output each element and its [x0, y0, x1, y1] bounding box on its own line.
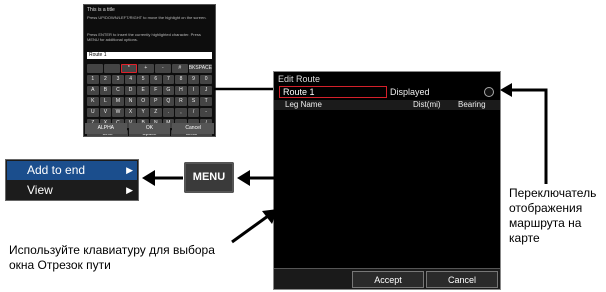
keyboard-key[interactable]: /	[187, 108, 200, 117]
keyboard-key[interactable]: F	[149, 86, 162, 95]
keyboard-key[interactable]: E	[137, 86, 149, 95]
keyboard-button-bar: ALPHA OK Cancel	[84, 123, 215, 134]
keyboard-key[interactable]: -	[154, 64, 171, 73]
keyboard-key[interactable]: *	[120, 64, 137, 73]
keyboard-to-name-line	[214, 87, 278, 91]
route-name-field[interactable]: Route 1	[279, 86, 387, 98]
keyboard-key[interactable]: Y	[137, 108, 149, 117]
keyboard-key[interactable]: 2	[99, 75, 112, 84]
keyboard-key[interactable]: 7	[162, 75, 175, 84]
keyboard-key[interactable]: I	[187, 86, 200, 95]
keyboard-key[interactable]: W	[112, 108, 124, 117]
leg-table-header: Leg Name Dist(mi) Bearing	[274, 100, 500, 110]
edit-route-title: Edit Route	[278, 74, 321, 84]
keyboard-key[interactable]: Z	[149, 108, 162, 117]
keyboard-key[interactable]: .	[162, 108, 175, 117]
keyboard-key[interactable]: 6	[149, 75, 162, 84]
edit-route-window: Edit Route Route 1 Displayed Leg Name Di…	[273, 71, 501, 290]
keyboard-key[interactable]: 8	[175, 75, 187, 84]
toggle-arrow	[500, 83, 548, 184]
cancel-button[interactable]: Cancel	[426, 271, 498, 288]
keyboard-key[interactable]: M	[112, 97, 124, 106]
keyboard-row: 1234567890	[87, 75, 213, 84]
keyboard-key[interactable]: S	[187, 97, 200, 106]
keyboard-hint-arrow	[231, 209, 278, 244]
keyboard-key[interactable]: L	[99, 97, 112, 106]
menu-key-arrow	[142, 170, 183, 186]
keyboard-key[interactable]: G	[162, 86, 175, 95]
menu-item-label: Add to end	[27, 163, 86, 177]
keyboard-key[interactable]: O	[137, 97, 149, 106]
menu-item-view[interactable]: View ▶	[7, 181, 137, 200]
keyboard-dialog: This is a title Press UP/DOWN/LEFT/RIGHT…	[83, 4, 216, 137]
keyboard-key[interactable]: 3	[112, 75, 124, 84]
display-toggle-caption: Переключатель отображения маршрута на ка…	[509, 186, 597, 245]
keyboard-key[interactable]: R	[175, 97, 187, 106]
keyboard-key[interactable]: X	[124, 108, 137, 117]
keyboard-key[interactable]: V	[99, 108, 112, 117]
keyboard-key[interactable]: 5	[137, 75, 149, 84]
keyboard-entry-field[interactable]: Route 1	[87, 52, 212, 59]
keyboard-key[interactable]: D	[124, 86, 137, 95]
keyboard-key[interactable]: 9	[187, 75, 200, 84]
keyboard-key[interactable]: T	[200, 97, 212, 106]
keyboard-key[interactable]	[103, 64, 120, 73]
keyboard-row: U V W X Y Z., / -	[87, 108, 213, 117]
keyboard-key[interactable]: U	[87, 108, 99, 117]
chevron-right-icon: ▶	[126, 185, 133, 195]
keyboard-key[interactable]: J	[200, 86, 212, 95]
keyboard-key[interactable]: #	[171, 64, 188, 73]
keyboard-instruction-enter: Press ENTER to insert the currently high…	[87, 32, 201, 42]
keyboard-key[interactable]: 4	[124, 75, 137, 84]
context-menu: Add to end ▶ View ▶	[5, 159, 139, 201]
keyboard-instruction-move: Press UP/DOWN/LEFT/RIGHT to move the hig…	[87, 15, 207, 20]
column-leg-name: Leg Name	[285, 100, 322, 109]
window-to-menu-key-arrow	[237, 170, 274, 186]
keyboard-key[interactable]: H	[175, 86, 187, 95]
column-dist: Dist(mi)	[413, 100, 441, 109]
cancel-button[interactable]: Cancel	[172, 123, 215, 134]
keyboard-key[interactable]: -	[200, 108, 212, 117]
keyboard-key[interactable]: 0	[200, 75, 212, 84]
keyboard-key[interactable]: +	[137, 64, 154, 73]
keyboard-row: ABCDEFGHIJ	[87, 86, 213, 95]
keyboard-key[interactable]: BKSPACE	[188, 64, 212, 73]
menu-key[interactable]: MENU	[184, 162, 234, 193]
alpha-button[interactable]: ALPHA	[85, 123, 127, 134]
displayed-label: Displayed	[390, 87, 430, 97]
accept-button[interactable]: Accept	[352, 271, 424, 288]
keyboard-row: KLMNOPQRST	[87, 97, 213, 106]
keyboard-dialog-title: This is a title	[87, 7, 115, 13]
keyboard-key[interactable]: ,	[175, 108, 187, 117]
keyboard-key[interactable]: P	[149, 97, 162, 106]
ok-button[interactable]: OK	[128, 123, 171, 134]
keyboard-row: * + - # BKSPACE	[87, 64, 213, 73]
keyboard-key[interactable]	[87, 64, 103, 73]
keyboard-key[interactable]: A	[87, 86, 99, 95]
keyboard-key[interactable]: N	[124, 97, 137, 106]
keyboard-key[interactable]: Q	[162, 97, 175, 106]
displayed-toggle[interactable]	[484, 87, 494, 97]
keyboard-hint-caption: Используйте клавиатуру для выбора окна О…	[9, 243, 215, 272]
chevron-right-icon: ▶	[126, 165, 133, 175]
keyboard-key[interactable]: B	[99, 86, 112, 95]
keyboard-key[interactable]: K	[87, 97, 99, 106]
menu-item-label: View	[27, 183, 53, 197]
edit-route-footer: Accept Cancel	[274, 268, 500, 289]
menu-item-add-to-end[interactable]: Add to end ▶	[7, 161, 137, 180]
column-bearing: Bearing	[458, 100, 486, 109]
keyboard-key[interactable]: C	[112, 86, 124, 95]
keyboard-key[interactable]: 1	[87, 75, 99, 84]
